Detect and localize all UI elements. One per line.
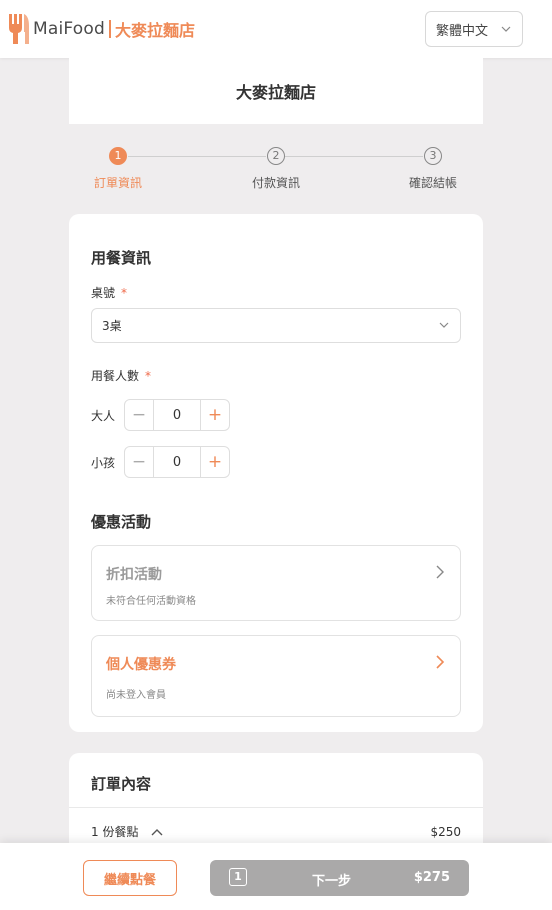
coupon-subtitle: 尚未登入會員	[106, 690, 166, 701]
guest-count-label: 用餐人數 *	[91, 367, 151, 384]
brand-name: MaiFood	[33, 19, 105, 39]
chevron-down-icon	[501, 26, 511, 32]
table-number-value: 3桌	[102, 319, 122, 333]
adults-count[interactable]: 0	[153, 400, 201, 430]
children-plus-button[interactable]: +	[201, 447, 229, 477]
language-value: 繁體中文	[436, 23, 489, 39]
step-confirm-checkout: 3 確認結帳	[383, 146, 483, 191]
order-info-card: 用餐資訊 桌號 * 3桌 用餐人數 * 大人 − 0 + 小孩 − 0 + 優惠活動…	[69, 214, 483, 732]
table-number-label-text: 桌號	[91, 286, 116, 300]
promotions-title: 優惠活動	[91, 513, 152, 531]
order-items-count: 1 份餐點	[91, 825, 139, 839]
step-label: 訂單資訊	[93, 176, 142, 190]
cart-count-badge: 1	[229, 868, 247, 886]
checkout-stepper: 1 訂單資訊 2 付款資訊 3 確認結帳	[69, 146, 483, 196]
adults-minus-button[interactable]: −	[125, 400, 153, 430]
step-number: 1	[109, 147, 127, 165]
children-count[interactable]: 0	[153, 447, 201, 477]
guest-count-label-text: 用餐人數	[91, 369, 140, 383]
fork-logo-icon	[9, 14, 29, 44]
divider	[69, 807, 483, 808]
store-banner: 大麥拉麵店	[69, 58, 483, 124]
next-step-button[interactable]: 1 下一步 $275	[210, 860, 469, 896]
logo[interactable]: MaiFood 大麥拉麵店	[8, 12, 195, 46]
order-content-title: 訂單內容	[91, 775, 152, 793]
brand-divider	[108, 20, 111, 38]
table-number-label: 桌號 *	[91, 284, 127, 301]
order-summary-row[interactable]: 1 份餐點 $250	[91, 823, 461, 840]
step-order-info: 1 訂單資訊	[68, 146, 168, 191]
dining-info-title: 用餐資訊	[91, 249, 152, 267]
discount-title: 折扣活動	[106, 567, 162, 583]
step-label: 付款資訊	[251, 176, 300, 190]
header-store-name: 大麥拉麵店	[114, 21, 195, 40]
next-step-total: $275	[413, 870, 450, 885]
chevron-up-icon[interactable]	[150, 827, 164, 837]
children-minus-button[interactable]: −	[125, 447, 153, 477]
adults-row: 大人 − 0 +	[91, 399, 230, 431]
chevron-right-icon	[436, 565, 444, 579]
step-number: 2	[267, 147, 285, 165]
adults-label: 大人	[91, 408, 116, 423]
top-header: MaiFood 大麥拉麵店 繁體中文	[0, 0, 552, 58]
children-stepper: − 0 +	[124, 446, 230, 478]
step-label: 確認結帳	[408, 176, 457, 190]
step-number: 3	[424, 147, 442, 165]
next-step-label: 下一步	[312, 874, 352, 889]
children-label: 小孩	[91, 455, 116, 470]
discount-activity-card[interactable]: 折扣活動 未符合任何活動資格	[91, 545, 461, 621]
required-mark: *	[121, 286, 128, 300]
adults-plus-button[interactable]: +	[201, 400, 229, 430]
chevron-down-icon	[439, 322, 449, 328]
continue-ordering-button[interactable]: 繼續點餐	[83, 860, 177, 896]
required-mark: *	[145, 369, 152, 383]
coupon-title: 個人優惠券	[106, 657, 176, 673]
language-select[interactable]: 繁體中文	[425, 11, 523, 47]
store-title: 大麥拉麵店	[235, 83, 316, 102]
discount-subtitle: 未符合任何活動資格	[106, 596, 196, 607]
order-items-total: $250	[430, 824, 461, 839]
chevron-right-icon	[436, 655, 445, 669]
table-number-select[interactable]: 3桌	[91, 308, 461, 343]
bottom-action-bar: 繼續點餐 1 下一步 $275	[0, 843, 552, 910]
children-row: 小孩 − 0 +	[91, 446, 230, 478]
step-payment-info: 2 付款資訊	[226, 146, 326, 191]
personal-coupon-card[interactable]: 個人優惠券 尚未登入會員	[91, 635, 461, 717]
adults-stepper: − 0 +	[124, 399, 230, 431]
